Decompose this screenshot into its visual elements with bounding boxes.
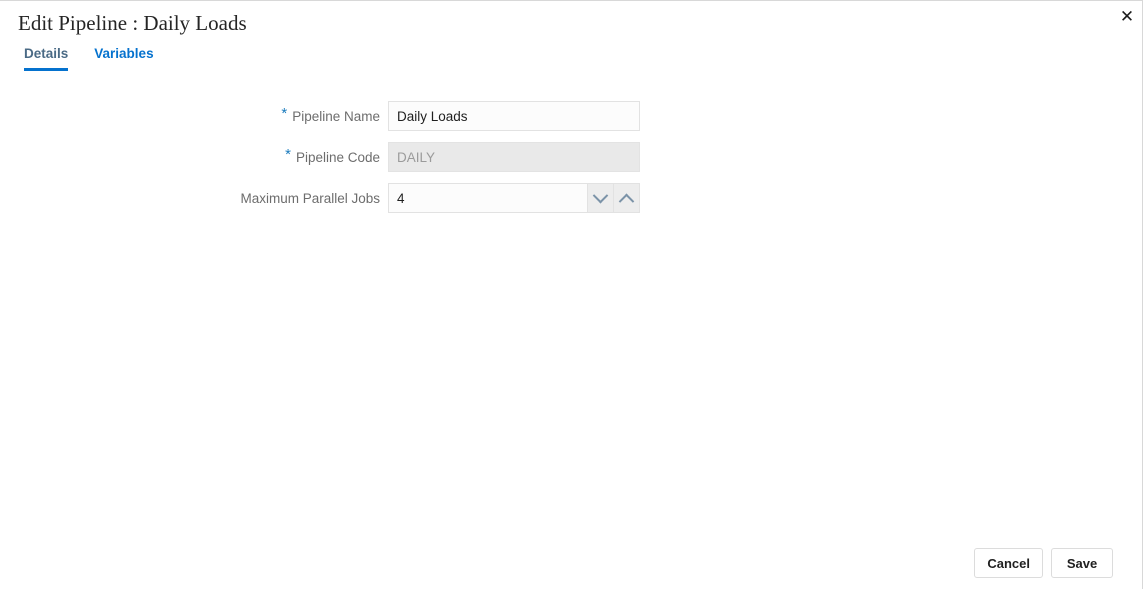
edit-pipeline-dialog: ✕ Edit Pipeline : Daily Loads Details Va… <box>0 0 1143 589</box>
pipeline-name-control <box>388 101 640 131</box>
save-button[interactable]: Save <box>1051 548 1113 578</box>
pipeline-name-label-wrap: * Pipeline Name <box>281 101 388 131</box>
form-row-pipeline-code: * Pipeline Code <box>0 142 640 172</box>
chevron-up-icon <box>618 193 635 209</box>
cancel-button[interactable]: Cancel <box>974 548 1043 578</box>
chevron-down-icon <box>592 187 609 203</box>
close-icon[interactable]: ✕ <box>1116 6 1138 28</box>
quantity-stepper <box>588 183 640 213</box>
tab-bar: Details Variables <box>24 46 180 71</box>
tab-variables-label: Variables <box>94 46 154 61</box>
pipeline-name-label: Pipeline Name <box>292 108 380 124</box>
maximum-parallel-jobs-label-wrap: Maximum Parallel Jobs <box>240 183 388 213</box>
page-title: Edit Pipeline : Daily Loads <box>18 11 247 35</box>
stepper-increment-button[interactable] <box>614 183 640 213</box>
maximum-parallel-jobs-input[interactable] <box>388 183 588 213</box>
pipeline-code-label-wrap: * Pipeline Code <box>285 142 388 172</box>
tab-variables[interactable]: Variables <box>94 46 153 71</box>
required-asterisk: * <box>281 104 288 122</box>
dialog-footer: Cancel Save <box>974 548 1113 578</box>
pipeline-code-control <box>388 142 640 172</box>
pipeline-code-input <box>388 142 640 172</box>
pipeline-name-input[interactable] <box>388 101 640 131</box>
tab-details[interactable]: Details <box>24 46 69 71</box>
pipeline-code-label: Pipeline Code <box>295 149 380 165</box>
form-row-pipeline-name: * Pipeline Name <box>0 101 640 131</box>
tab-details-label: Details <box>24 46 69 61</box>
pipeline-details-form: * Pipeline Name * Pipeline Code Maximum … <box>0 101 640 224</box>
required-asterisk: * <box>285 145 291 163</box>
maximum-parallel-jobs-control <box>388 183 640 213</box>
stepper-decrement-button[interactable] <box>588 183 614 213</box>
maximum-parallel-jobs-label: Maximum Parallel Jobs <box>240 190 380 206</box>
form-row-maximum-parallel-jobs: Maximum Parallel Jobs <box>0 183 640 213</box>
